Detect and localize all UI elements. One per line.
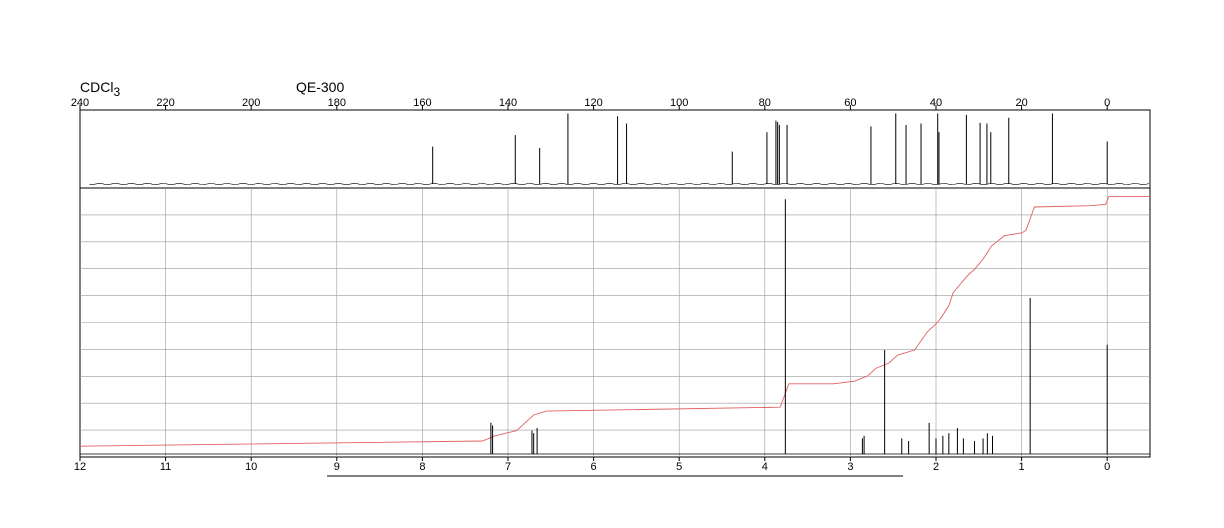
proton-tick-label: 0 <box>1104 461 1110 473</box>
proton-tick-label: 1 <box>1019 461 1025 473</box>
proton-tick-label: 12 <box>74 461 86 473</box>
proton-x-axis: 12 11 10 9 8 7 6 5 4 3 2 1 0 <box>74 457 1110 473</box>
solvent-label: CDCl3 <box>80 79 120 99</box>
carbon-peaks <box>89 113 1150 186</box>
carbon-tick-label: 60 <box>844 97 856 109</box>
carbon-tick-label: 40 <box>930 97 942 109</box>
proton-spectrum-panel: 12 11 10 9 8 7 6 5 4 3 2 1 0 <box>74 187 1151 473</box>
carbon-tick-label: 140 <box>499 97 517 109</box>
proton-tick-label: 11 <box>160 461 171 473</box>
carbon-plot-frame <box>79 109 1151 189</box>
carbon-baseline <box>89 182 1150 186</box>
proton-tick-label: 9 <box>334 461 340 473</box>
carbon-tick-label: 200 <box>242 97 260 109</box>
proton-tick-label: 8 <box>419 461 425 473</box>
carbon-tick-label: 240 <box>71 97 89 109</box>
proton-tick-label: 4 <box>762 461 768 473</box>
integral-curve <box>79 196 1150 447</box>
proton-tick-label: 7 <box>505 461 511 473</box>
carbon-tick-label: 180 <box>328 97 346 109</box>
proton-tick-label: 2 <box>933 461 939 473</box>
carbon-tick-label: 20 <box>1015 97 1027 109</box>
proton-tick-label: 5 <box>676 461 682 473</box>
proton-grid <box>80 188 1150 457</box>
proton-integral <box>79 196 1150 447</box>
proton-peaks <box>80 199 1150 455</box>
carbon-tick-label: 80 <box>759 97 771 109</box>
nmr-figure: CDCl3 QE-300 240 220 200 180 160 140 120 100 80 6… <box>71 79 1151 477</box>
carbon-tick-label: 220 <box>156 97 174 109</box>
carbon-tick-label: 160 <box>413 97 431 109</box>
proton-tick-label: 3 <box>847 461 853 473</box>
carbon-tick-label: 100 <box>670 97 688 109</box>
carbon-spectrum-panel: 240 220 200 180 160 140 120 100 80 60 40 20 0 <box>71 97 1151 189</box>
carbon-tick-label: 0 <box>1104 97 1110 109</box>
proton-tick-label: 6 <box>591 461 597 473</box>
carbon-x-axis: 240 220 200 180 160 140 120 100 80 60 40 20 0 <box>71 97 1110 110</box>
proton-tick-label: 10 <box>245 461 257 473</box>
carbon-tick-label: 120 <box>584 97 602 109</box>
instrument-label: QE-300 <box>296 79 344 95</box>
